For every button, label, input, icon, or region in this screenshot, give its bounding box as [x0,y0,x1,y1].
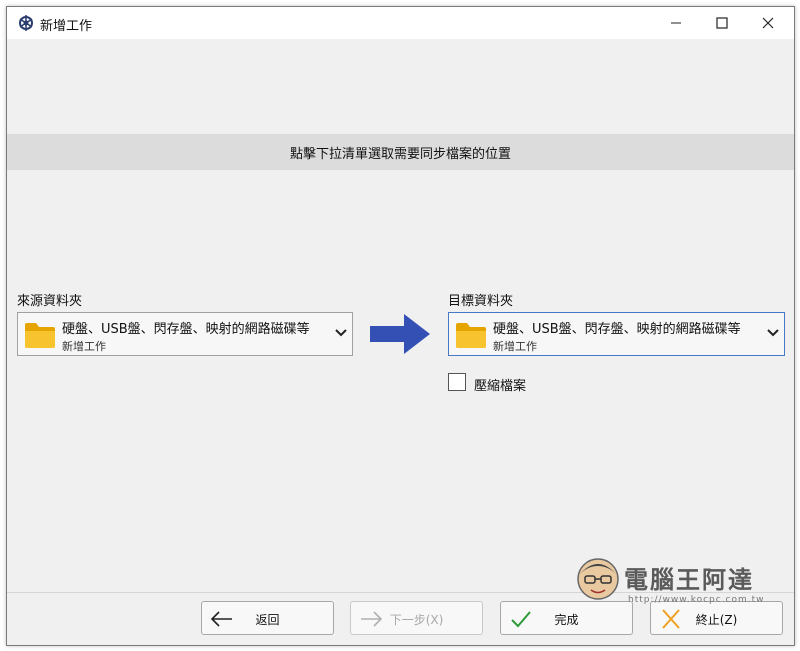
maximize-icon [716,17,728,29]
terminate-button-label: 終止(Z) [695,613,738,627]
target-dropdown-primary-text: 硬盤、USB盤、閃存盤、映射的網路磁碟等 [493,322,741,337]
finish-button-label: 完成 [554,613,579,627]
folder-icon [456,323,486,348]
target-dropdown-secondary-text: 新增工作 [493,340,537,353]
target-folder-label: 目標資料夾 [448,294,514,309]
app-logo-icon [19,15,33,31]
instruction-text: 點擊下拉清單選取需要同步檔案的位置 [289,146,511,162]
compress-files-checkbox[interactable] [448,373,466,391]
minimize-button[interactable] [653,7,699,39]
new-task-window: 新增工作 點擊下拉清單選取需要同步檔案的位置 來源資料夾 硬盤、USB盤、閃存盤… [6,6,795,646]
watermark-url: http://www.kocpc.com.tw [628,595,765,605]
next-step-button[interactable]: 下一步(X) [350,601,483,635]
source-dropdown-secondary-text: 新增工作 [62,340,106,353]
minimize-icon [671,22,681,24]
source-dropdown-primary-text: 硬盤、USB盤、閃存盤、映射的網路磁碟等 [62,322,310,337]
close-icon [762,17,774,29]
watermark-title: 電腦王阿達 [624,566,754,594]
back-button[interactable]: 返回 [201,601,334,635]
chevron-down-icon [335,329,347,337]
title-bar: 新增工作 [7,7,794,39]
close-button[interactable] [745,7,791,39]
finish-button[interactable]: 完成 [500,601,633,635]
source-folder-label: 來源資料夾 [17,294,83,309]
compress-files-label: 壓縮檔案 [474,379,527,394]
terminate-button[interactable]: 終止(Z) [650,601,783,635]
next-step-button-label: 下一步(X) [389,613,444,627]
instruction-banner: 點擊下拉清單選取需要同步檔案的位置 [7,134,794,170]
chevron-down-icon [767,329,779,337]
maximize-button[interactable] [699,7,745,39]
window-title: 新增工作 [40,19,93,34]
arrow-right-icon [370,314,430,354]
source-folder-dropdown[interactable]: 硬盤、USB盤、閃存盤、映射的網路磁碟等 新增工作 [17,312,353,356]
folder-icon [25,323,55,348]
target-folder-dropdown[interactable]: 硬盤、USB盤、閃存盤、映射的網路磁碟等 新增工作 [448,312,785,356]
back-button-label: 返回 [255,613,280,627]
watermark-mascot-icon [577,558,619,600]
